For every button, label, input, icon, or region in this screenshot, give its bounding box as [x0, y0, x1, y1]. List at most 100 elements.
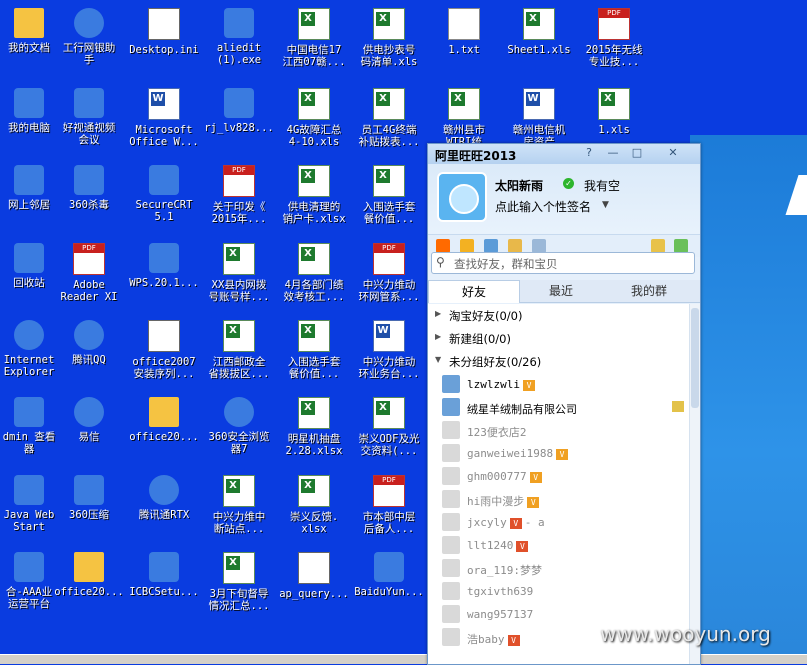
desktop-icon[interactable]: WPS.20.1... [125, 243, 203, 289]
desktop-icon[interactable]: 市本部中层 后备人... [350, 475, 428, 535]
minimize-button[interactable]: — [604, 146, 622, 159]
aliwangwang-window[interactable]: 阿里旺旺2013 ? — □ ✕ 太阳新雨 ✓ 我有空 点此输入个性签名 ▼ ⚲… [427, 143, 701, 665]
generic-file-icon [14, 165, 44, 195]
desktop-icon[interactable]: 好视通视频 会议 [50, 88, 128, 146]
contact-row[interactable]: ganweiwei1988 V [428, 442, 690, 465]
desktop-icon-label: 入围选手套 餐价值... [287, 356, 341, 380]
desktop-icon[interactable]: rj_lv828... [200, 88, 278, 134]
excel-file-icon [298, 475, 330, 507]
desktop-icon[interactable]: 关于印发《 2015年... [200, 165, 278, 225]
contact-row[interactable]: jxcyly V - a [428, 511, 690, 534]
contact-row[interactable]: 123便衣店2 [428, 419, 690, 442]
desktop-icon[interactable]: 360杀毒 [50, 165, 128, 211]
scrollbar[interactable] [689, 304, 700, 664]
desktop-icon[interactable]: 3月下旬督导 情况汇总... [200, 552, 278, 612]
desktop-icon[interactable]: 360压缩 [50, 475, 128, 521]
contact-avatar [442, 421, 460, 439]
desktop-icon-label: 崇义ODF及光 交资料(... [358, 433, 420, 457]
search-input[interactable]: ⚲ 查找好友，群和宝贝 [431, 252, 695, 274]
desktop-icon[interactable]: 中国电信17 江西07赣... [275, 8, 353, 68]
desktop-icon[interactable]: office2007 安装序列... [125, 320, 203, 380]
shop-icon[interactable] [460, 239, 474, 253]
contact-row[interactable]: 绒星羊绒制品有限公司 [428, 396, 690, 419]
desktop-icon[interactable]: 1.xls [575, 88, 653, 136]
desktop-icon[interactable]: 360安全浏览 器7 [200, 397, 278, 455]
desktop-icon-label: 中国电信17 江西07赣... [282, 44, 346, 68]
desktop-icon[interactable]: 中兴力维中 断站点... [200, 475, 278, 535]
desktop-icon[interactable]: 崇义ODF及光 交资料(... [350, 397, 428, 457]
desktop-icon[interactable]: 入围选手套 餐价值... [350, 165, 428, 225]
contact-list[interactable]: ▶ 淘宝好友(0/0) ▶ 新建组(0/0) ▼ 未分组好友(0/26) lzwlzwli V… [428, 304, 690, 664]
status-online-icon[interactable]: ✓ [563, 178, 574, 189]
contact-row[interactable]: lzwlzwli V [428, 373, 690, 396]
desktop-icon[interactable]: 腾讯QQ [50, 320, 128, 366]
skin-icon[interactable] [674, 239, 688, 253]
desktop-icon[interactable]: 明星机抽盘 2.28.xlsx [275, 397, 353, 457]
desktop-icon[interactable]: 1.txt [425, 8, 503, 56]
contact-row[interactable]: ora_119:梦梦 [428, 557, 690, 580]
excel-file-icon [223, 552, 255, 584]
desktop-icon[interactable]: 供电抄表号 码清单.xls [350, 8, 428, 68]
contact-row[interactable]: hi雨中漫步 V [428, 488, 690, 511]
desktop-icon[interactable]: 易信 [50, 397, 128, 443]
card-icon[interactable] [532, 239, 546, 253]
apps-icon[interactable] [484, 239, 498, 253]
mail-icon[interactable] [508, 239, 522, 253]
desktop-icon[interactable]: 江西邮政全 省拨拔区... [200, 320, 278, 380]
watermark: www.wooyun.org [600, 622, 771, 646]
desktop-icon[interactable]: ICBCSetu... [125, 552, 203, 598]
contact-row[interactable]: tgxivth639 [428, 580, 690, 603]
contact-row[interactable]: llt1240 V [428, 534, 690, 557]
desktop-icon[interactable]: 供电清理的 销户卡.xlsx [275, 165, 353, 225]
taobao-icon[interactable] [436, 239, 450, 253]
scrollbar-thumb[interactable] [691, 308, 699, 408]
contact-row[interactable]: ghm000777 V [428, 465, 690, 488]
desktop-icon[interactable]: SecureCRT 5.1 [125, 165, 203, 223]
desktop-icon[interactable]: 2015年无线 专业技... [575, 8, 653, 68]
title-bar[interactable]: 阿里旺旺2013 ? — □ ✕ [428, 144, 700, 164]
pdf-file-icon [598, 8, 630, 40]
signature-field[interactable]: 点此输入个性签名 [495, 198, 591, 215]
tab-recent[interactable]: 最近 [516, 280, 606, 302]
desktop-icon[interactable]: ap_query... [275, 552, 353, 600]
desktop-icon[interactable]: 中兴力维动 环业务台... [350, 320, 428, 380]
desktop-icon[interactable]: XX县内网拨 号账号样... [200, 243, 278, 303]
message-icon[interactable] [651, 239, 665, 253]
desktop-icon[interactable]: 工行网银助 手 [50, 8, 128, 66]
desktop-icon[interactable]: 入围选手套 餐价值... [275, 320, 353, 380]
desktop-icon[interactable]: office20... [50, 552, 128, 598]
desktop-icon[interactable]: office20... [125, 397, 203, 443]
desktop-icon-label: Desktop.ini [129, 44, 199, 56]
desktop-icon[interactable]: Microsoft Office W... [125, 88, 203, 148]
username[interactable]: 太阳新雨 [495, 177, 543, 194]
close-button[interactable]: ✕ [664, 146, 682, 159]
contact-name-text: lzwlzwli [467, 378, 520, 391]
desktop-icon[interactable]: 4G故障汇总 4-10.xls [275, 88, 353, 148]
tab-friends[interactable]: 好友 [428, 280, 520, 303]
desktop-icon[interactable]: Adobe Reader XI [50, 243, 128, 303]
desktop-icon[interactable]: 中兴力维动 环网管系... [350, 243, 428, 303]
group-row[interactable]: ▶ 新建组(0/0) [428, 327, 690, 350]
tab-groups[interactable]: 我的群 [604, 280, 694, 302]
generic-file-icon [74, 165, 104, 195]
group-row[interactable]: ▼ 未分组好友(0/26) [428, 350, 690, 373]
status-text[interactable]: 我有空 [584, 177, 620, 194]
excel-file-icon [598, 88, 630, 120]
user-avatar[interactable] [437, 172, 487, 222]
desktop-icon[interactable]: aliedit (1).exe [200, 8, 278, 66]
desktop-icon[interactable]: 赣州电信机 房资产 [500, 88, 578, 148]
desktop-icon[interactable]: 腾讯通RTX [125, 475, 203, 521]
desktop-icon-label: 1.txt [448, 44, 480, 56]
chevron-down-icon[interactable]: ▼ [602, 200, 609, 210]
maximize-button[interactable]: □ [628, 146, 646, 159]
desktop-icon[interactable]: 4月各部门绩 效考核工... [275, 243, 353, 303]
round-file-icon [149, 475, 179, 505]
desktop-icon[interactable]: Sheet1.xls [500, 8, 578, 56]
group-row[interactable]: ▶ 淘宝好友(0/0) [428, 304, 690, 327]
desktop-icon[interactable]: Desktop.ini [125, 8, 203, 56]
desktop-icon[interactable]: BaiduYun... [350, 552, 428, 598]
desktop-icon[interactable]: 员工4G终端 补贴拨表... [350, 88, 428, 148]
help-button[interactable]: ? [580, 146, 598, 159]
desktop-icon[interactable]: 崇义反馈. xlsx [275, 475, 353, 535]
desktop-icon[interactable]: 赣州县市 WTRI统 [425, 88, 503, 148]
